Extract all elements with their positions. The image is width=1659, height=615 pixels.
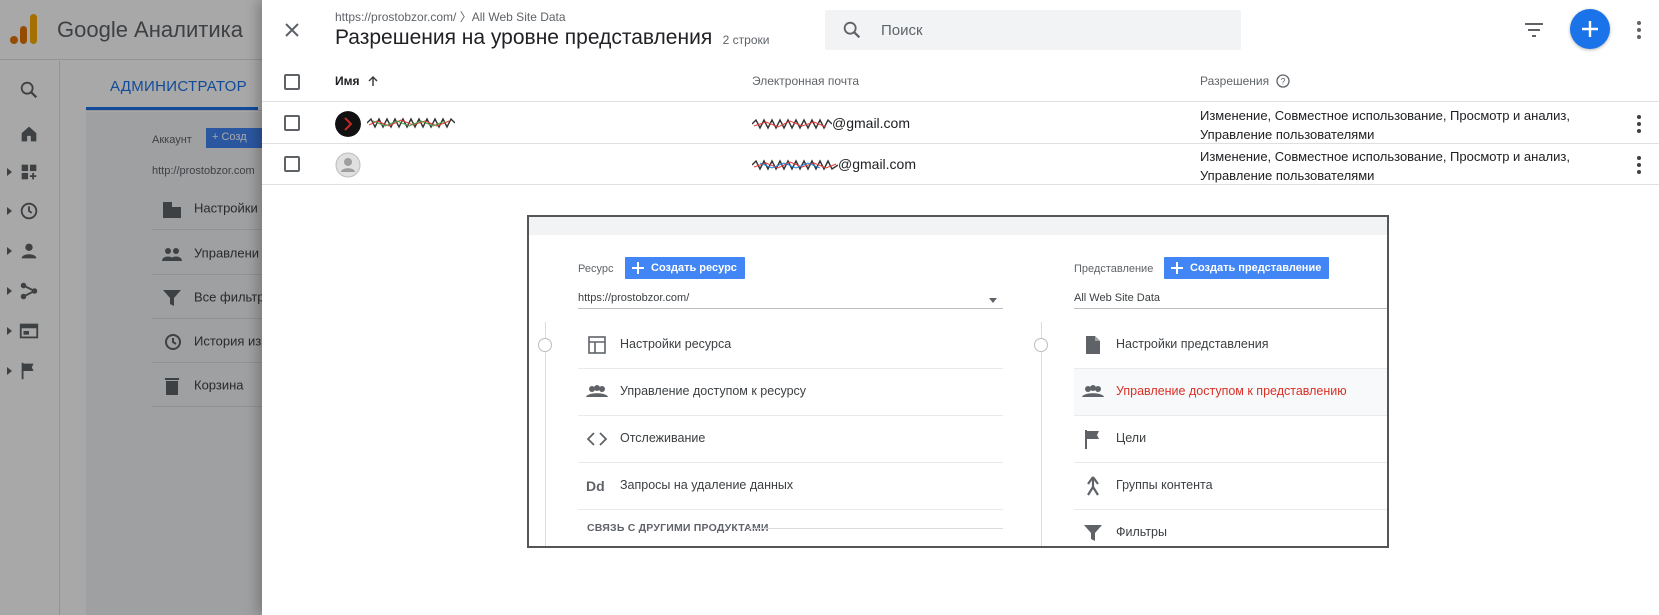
page-title: Разрешения на уровне представления xyxy=(335,26,713,49)
divider xyxy=(545,322,546,546)
avatar xyxy=(335,152,361,178)
plus-icon xyxy=(1171,262,1183,274)
layout-icon xyxy=(588,336,606,354)
people-icon xyxy=(1082,385,1104,397)
people-icon xyxy=(586,385,608,397)
redacted-scribble-icon xyxy=(367,116,455,129)
create-resource-button[interactable]: Создать ресурс xyxy=(625,257,745,279)
tracking-item[interactable]: Отслеживание xyxy=(578,416,1003,463)
column-header-name[interactable]: Имя xyxy=(335,74,379,88)
more-vert-icon[interactable] xyxy=(1627,18,1651,42)
chevron-down-icon xyxy=(989,298,997,303)
redacted-scribble-icon xyxy=(752,159,838,171)
sort-arrow-up-icon xyxy=(368,75,378,86)
avatar xyxy=(335,111,361,137)
walker-icon xyxy=(1087,476,1099,496)
user-name-redacted xyxy=(367,114,455,129)
flag-icon xyxy=(1085,430,1099,449)
view-select[interactable]: All Web Site Data xyxy=(1074,287,1387,309)
goals-item[interactable]: Цели xyxy=(1074,416,1387,463)
table-header: Имя Электронная почта Разрешения ? xyxy=(262,62,1659,102)
document-icon xyxy=(1086,336,1100,354)
dd-icon: Dd xyxy=(586,478,605,494)
embedded-admin-screenshot: Ресурс Создать ресурс https://prostobzor… xyxy=(527,215,1389,548)
divider xyxy=(1041,322,1042,546)
user-permissions: Изменение, Совместное использование, Про… xyxy=(1200,108,1570,142)
plus-icon xyxy=(1582,21,1598,37)
filter-icon[interactable] xyxy=(1522,18,1546,42)
user-email: @gmail.com xyxy=(752,156,916,172)
column-header-email: Электронная почта xyxy=(752,74,860,88)
filters-item[interactable]: Фильтры xyxy=(1074,510,1387,546)
row-checkbox[interactable] xyxy=(284,115,300,131)
arrow-circle-icon xyxy=(538,338,552,352)
row-more-icon[interactable] xyxy=(1629,154,1649,176)
user-email: @gmail.com xyxy=(752,115,910,131)
create-view-button[interactable]: Создать представление xyxy=(1164,257,1330,279)
section-title: СВЯЗЬ С ДРУГИМИ ПРОДУКТАМИ xyxy=(587,522,769,534)
breadcrumb: https://prostobzor.com/ 〉All Web Site Da… xyxy=(335,10,566,24)
search-box xyxy=(825,10,1241,50)
title-row: Разрешения на уровне представления 2 стр… xyxy=(335,26,769,50)
filter-icon xyxy=(1084,525,1102,541)
help-icon[interactable]: ? xyxy=(1276,74,1291,88)
view-label: Представление xyxy=(1074,263,1154,275)
table-row[interactable]: @gmail.com Изменение, Совместное использ… xyxy=(262,103,1659,144)
data-deletion-item[interactable]: Dd Запросы на удаление данных xyxy=(578,463,1003,510)
row-more-icon[interactable] xyxy=(1629,113,1649,135)
view-settings-item[interactable]: Настройки представления xyxy=(1074,322,1387,369)
add-user-button[interactable] xyxy=(1570,9,1610,49)
svg-text:?: ? xyxy=(1281,77,1286,87)
plus-icon xyxy=(632,262,644,274)
search-input[interactable] xyxy=(881,10,1231,50)
redacted-scribble-icon xyxy=(752,118,832,130)
user-permissions: Изменение, Совместное использование, Про… xyxy=(1200,149,1570,183)
arrow-circle-icon xyxy=(1034,338,1048,352)
resource-settings-item[interactable]: Настройки ресурса xyxy=(578,322,1003,369)
row-checkbox[interactable] xyxy=(284,156,300,172)
resource-select[interactable]: https://prostobzor.com/ xyxy=(578,287,1003,309)
content-groups-item[interactable]: Группы контента xyxy=(1074,463,1387,510)
view-permissions-panel: https://prostobzor.com/ 〉All Web Site Da… xyxy=(262,0,1659,615)
close-icon[interactable] xyxy=(280,18,304,42)
divider xyxy=(749,528,1003,529)
select-all-checkbox[interactable] xyxy=(284,74,300,90)
column-header-permissions: Разрешения ? xyxy=(1200,74,1291,88)
resource-label: Ресурс xyxy=(578,263,614,275)
resource-access-item[interactable]: Управление доступом к ресурсу xyxy=(578,369,1003,416)
search-icon xyxy=(843,21,861,39)
code-icon xyxy=(586,432,608,446)
table-row[interactable]: @gmail.com Изменение, Совместное использ… xyxy=(262,144,1659,185)
row-count: 2 строки xyxy=(722,33,770,47)
view-access-item[interactable]: Управление доступом к представлению xyxy=(1074,369,1387,416)
embed-header-strip xyxy=(529,217,1387,235)
